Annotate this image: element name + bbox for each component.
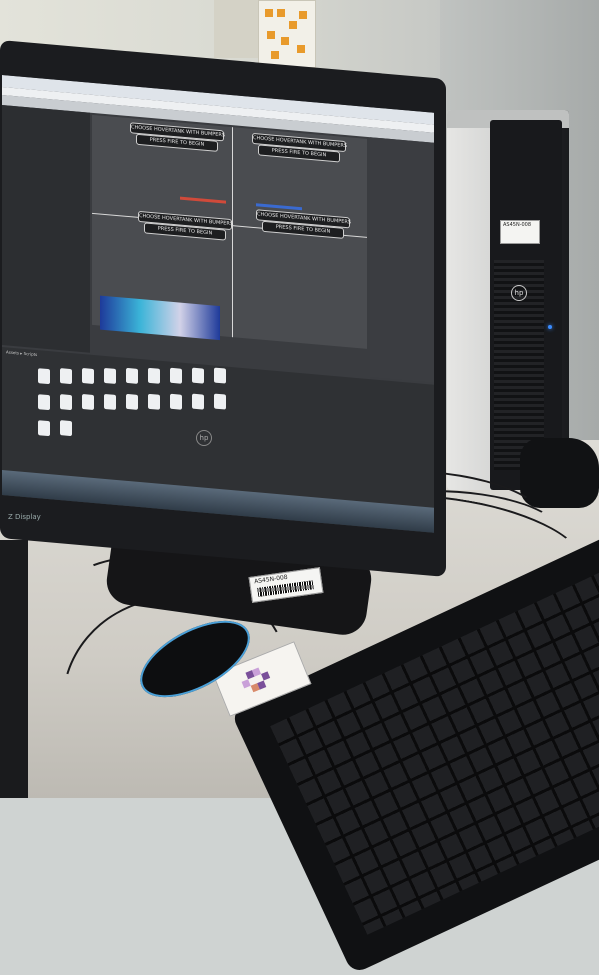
monitor-hp-logo-icon: hp xyxy=(196,430,212,446)
game-view: CHOOSE HOVERTANK WITH BUMPERS PRESS FIRE… xyxy=(92,114,367,349)
tower-hp-logo-icon: hp xyxy=(511,285,527,301)
tower-asset-tag: AS45N-008 xyxy=(503,222,532,228)
game-scene-strip xyxy=(100,295,220,341)
wall-frame xyxy=(214,0,260,58)
power-led xyxy=(548,325,552,329)
wall-poster xyxy=(258,0,316,68)
second-monitor-edge xyxy=(0,540,28,798)
tower-asset-sticker: AS45N-008 xyxy=(500,220,540,244)
inspector-panel xyxy=(370,137,434,383)
player-bar-red xyxy=(180,196,226,204)
split-line-vertical xyxy=(232,127,233,338)
monitor-model-label: Z Display xyxy=(8,513,41,521)
hierarchy-panel xyxy=(2,105,90,353)
monitor-screen: CHOOSE HOVERTANK WITH BUMPERS PRESS FIRE… xyxy=(2,75,434,533)
project-breadcrumb: Assets ▸ Scripts xyxy=(6,349,38,358)
gamepad xyxy=(520,438,599,508)
